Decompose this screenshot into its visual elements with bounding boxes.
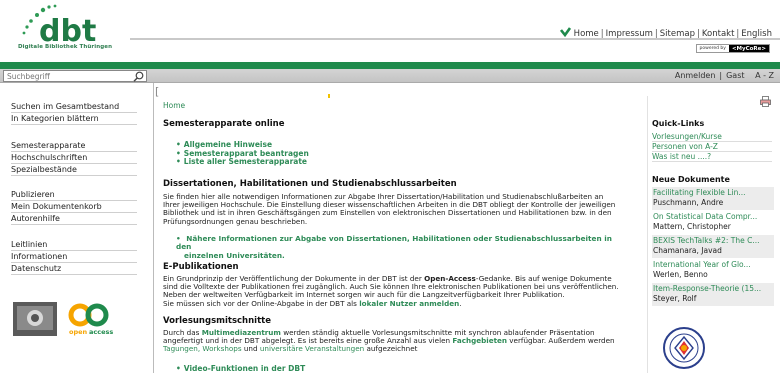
document-author: Werlen, Benno bbox=[653, 270, 708, 279]
link-tagungen-workshops[interactable]: Tagungen, Workshops bbox=[163, 344, 242, 353]
list-item: BEXIS TechTalks #2: The C... Chamanara, … bbox=[652, 235, 774, 258]
open-access-logo[interactable]: open access bbox=[68, 303, 113, 336]
quick-links-title: Quick-Links bbox=[652, 119, 705, 128]
document-author: Mattern, Christopher bbox=[653, 222, 731, 231]
link-video-funktionen[interactable]: Video-Funktionen in der DBT bbox=[176, 364, 305, 373]
section-title-semesterapparate: Semesterapparate online bbox=[163, 119, 285, 129]
svg-text:access: access bbox=[89, 328, 113, 336]
collapse-handle[interactable]: [ bbox=[155, 85, 159, 98]
link-lokaler-nutzer[interactable]: lokaler Nutzer anmelden bbox=[359, 299, 459, 308]
english-link[interactable]: English bbox=[741, 29, 772, 39]
nav-group-search: Suchen im Gesamtbestand In Kategorien bl… bbox=[11, 101, 137, 125]
section-title-epublikationen: E-Publikationen bbox=[163, 262, 239, 272]
epublikationen-text: Ein Grundprinzip der Veröffentlichung de… bbox=[163, 274, 619, 308]
sidebar-item-semesterapparate[interactable]: Semesterapparate bbox=[11, 140, 137, 152]
sidebar-item-browse-categories[interactable]: In Kategorien blättern bbox=[11, 113, 137, 125]
quick-links-list: Vorlesungen/Kurse Personen von A-Z Was i… bbox=[652, 132, 772, 162]
document-author: Puschmann, Andre bbox=[653, 198, 724, 207]
document-title-link[interactable]: Item-Response-Theorie (15... bbox=[653, 284, 773, 294]
sidebar-divider bbox=[153, 83, 154, 373]
document-author: Steyer, Rolf bbox=[653, 294, 697, 303]
sitemap-link[interactable]: Sitemap bbox=[660, 29, 695, 39]
document-title-link[interactable]: International Year of Glo... bbox=[653, 260, 773, 270]
sidebar-item-leitlinien[interactable]: Leitlinien bbox=[11, 239, 137, 251]
search-icon[interactable] bbox=[133, 71, 144, 82]
sidebar-item-publizieren[interactable]: Publizieren bbox=[11, 189, 137, 201]
document-title-link[interactable]: On Statistical Data Compr... bbox=[653, 212, 773, 222]
powered-by-badge[interactable]: powered by <MyCoRe> bbox=[695, 44, 770, 53]
print-icon[interactable] bbox=[760, 96, 771, 107]
home-arrow-icon bbox=[559, 27, 571, 37]
search-bar: Anmelden|Gast A - Z bbox=[0, 69, 780, 83]
green-accent-bar bbox=[0, 62, 780, 69]
semesterapparate-links: Allgemeine Hinweise Semesterapparat bean… bbox=[176, 140, 309, 167]
list-item: On Statistical Data Compr... Mattern, Ch… bbox=[652, 211, 774, 234]
link-fachgebieten[interactable]: Fachgebieten bbox=[452, 336, 507, 345]
nav-group-collections: Semesterapparate Hochschulschriften Spez… bbox=[11, 140, 137, 176]
breadcrumb[interactable]: Home bbox=[163, 101, 185, 110]
document-author: Chamanara, Javad bbox=[653, 246, 722, 255]
sidebar-item-hochschulschriften[interactable]: Hochschulschriften bbox=[11, 152, 137, 164]
page-header: dbt Digitale Bibliothek Thüringen Home | I… bbox=[0, 0, 780, 62]
link-liste-semesterapparate[interactable]: Liste aller Semesterapparate bbox=[176, 157, 309, 167]
right-column: Quick-Links Vorlesungen/Kurse Personen v… bbox=[652, 83, 776, 373]
partner-logos: open access bbox=[13, 302, 113, 336]
login-link[interactable]: Anmelden bbox=[675, 71, 716, 80]
nav-group-info: Leitlinien Informationen Datenschutz bbox=[11, 239, 137, 275]
dini-certificate-logo[interactable] bbox=[13, 302, 57, 336]
main-content: Home Semesterapparate online Allgemeine … bbox=[162, 83, 622, 373]
search-input[interactable] bbox=[3, 70, 147, 82]
list-item: International Year of Glo... Werlen, Ben… bbox=[652, 259, 774, 282]
link-dissertation-info[interactable]: Nähere Informationen zur Abgabe von Diss… bbox=[176, 234, 616, 260]
quick-link-was-ist-neu[interactable]: Was ist neu ....? bbox=[652, 152, 772, 162]
sidebar-item-autorenhilfe[interactable]: Autorenhilfe bbox=[11, 213, 137, 225]
quick-link-vorlesungen[interactable]: Vorlesungen/Kurse bbox=[652, 132, 772, 142]
sidebar-item-informationen[interactable]: Informationen bbox=[11, 251, 137, 263]
impressum-link[interactable]: Impressum bbox=[606, 29, 653, 39]
right-column-divider bbox=[647, 96, 648, 373]
powered-by-label: powered by bbox=[699, 46, 726, 51]
dini-seal-icon[interactable] bbox=[662, 326, 706, 370]
sidebar-item-spezialbestaende[interactable]: Spezialbestände bbox=[11, 164, 137, 176]
sidebar: Suchen im Gesamtbestand In Kategorien bl… bbox=[0, 83, 150, 373]
sidebar-item-datenschutz[interactable]: Datenschutz bbox=[11, 263, 137, 275]
list-item: Facilitating Flexible Lin... Puschmann, … bbox=[652, 187, 774, 210]
document-title-link[interactable]: Facilitating Flexible Lin... bbox=[653, 188, 773, 198]
video-links: Video-Funktionen in der DBT bbox=[176, 364, 305, 373]
kontakt-link[interactable]: Kontakt bbox=[702, 29, 735, 39]
text-cursor-marker bbox=[328, 94, 330, 98]
guest-label: Gast bbox=[726, 71, 745, 80]
sidebar-item-dokumentenkorb[interactable]: Mein Dokumentenkorb bbox=[11, 201, 137, 213]
logo-subtitle: Digitale Bibliothek Thüringen bbox=[18, 44, 113, 50]
svg-text:open: open bbox=[69, 328, 88, 336]
dissertationen-text: Sie finden hier alle notwendigen Informa… bbox=[163, 192, 616, 226]
quick-link-personen[interactable]: Personen von A-Z bbox=[652, 142, 772, 152]
az-index-link[interactable]: A - Z bbox=[755, 71, 774, 80]
link-universitaere-veranstaltungen[interactable]: universitäre Veranstaltungen bbox=[260, 344, 364, 353]
document-title-link[interactable]: BEXIS TechTalks #2: The C... bbox=[653, 236, 773, 246]
top-navigation: Home | Impressum | Sitemap | Kontakt | English bbox=[559, 27, 772, 39]
section-title-vorlesungsmitschnitte: Vorlesungsmitschnitte bbox=[163, 316, 271, 326]
home-link[interactable]: Home bbox=[574, 29, 599, 39]
list-item: Item-Response-Theorie (15... Steyer, Rol… bbox=[652, 283, 774, 306]
nav-group-publish: Publizieren Mein Dokumentenkorb Autorenh… bbox=[11, 189, 137, 225]
mycore-logo: <MyCoRe> bbox=[728, 45, 769, 52]
user-bar: Anmelden | Gast A - Z bbox=[674, 71, 774, 80]
new-documents-list: Facilitating Flexible Lin... Puschmann, … bbox=[652, 187, 774, 307]
new-documents-title: Neue Dokumente bbox=[652, 175, 730, 184]
section-title-dissertationen: Dissertationen, Habilitationen und Studi… bbox=[163, 179, 457, 189]
sidebar-item-search-all[interactable]: Suchen im Gesamtbestand bbox=[11, 101, 137, 113]
vorlesungsmitschnitte-text: Durch das Multimediazentrum werden ständ… bbox=[163, 328, 615, 354]
